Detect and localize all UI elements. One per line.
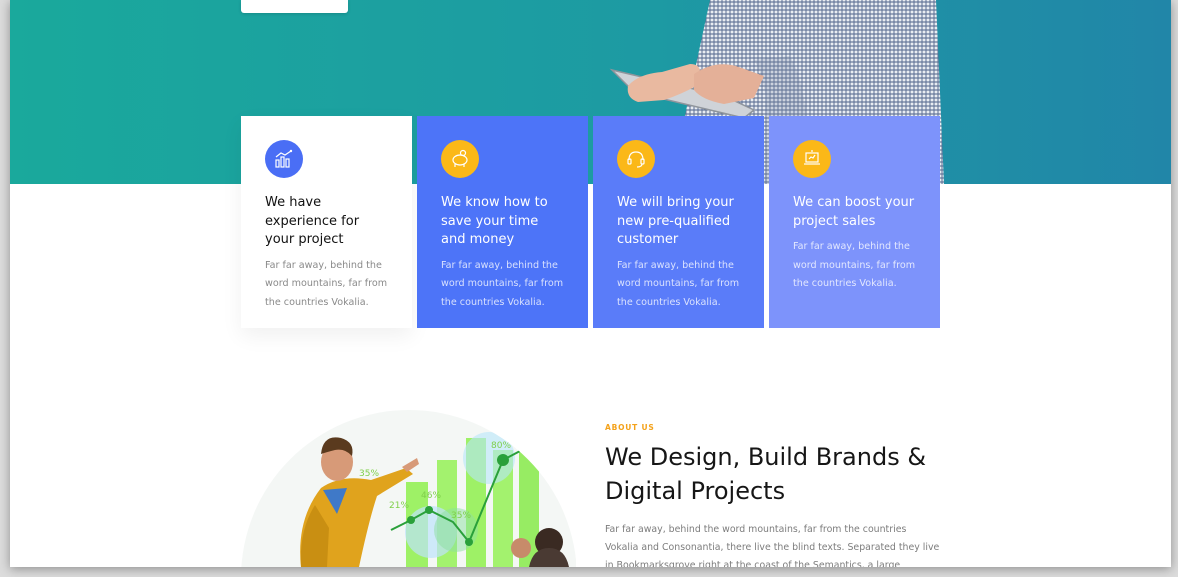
feature-card-save-time: We know how to save your time and money … — [417, 116, 588, 328]
chart-growth-icon — [265, 140, 303, 178]
laptop-growth-icon — [793, 140, 831, 178]
features-cards: We have experience for your project Far … — [241, 116, 941, 328]
feature-title: We can boost your project sales — [793, 195, 915, 229]
page: We have experience for your project Far … — [10, 0, 1171, 567]
feature-card-customer: We will bring your new pre-qualified cus… — [593, 116, 764, 328]
feature-card-boost-sales: We can boost your project sales Far far … — [769, 116, 940, 328]
feature-title: We have experience for your project — [265, 195, 360, 247]
feature-title: We will bring your new pre-qualified cus… — [617, 195, 734, 247]
feature-title: We know how to save your time and money — [441, 195, 548, 247]
about-title: We Design, Build Brands & Digital Projec… — [605, 443, 927, 505]
about-section: ABOUT US We Design, Build Brands & Digit… — [605, 423, 940, 567]
chart-label-35b: 35% — [451, 511, 471, 521]
chart-label-35a: 35% — [359, 469, 379, 479]
chart-label-21: 21% — [389, 501, 409, 511]
piggy-bank-icon — [441, 140, 479, 178]
feature-card-experience: We have experience for your project Far … — [241, 116, 412, 328]
feature-text: Far far away, behind the word mountains,… — [441, 259, 564, 308]
feature-text: Far far away, behind the word mountains,… — [617, 259, 740, 308]
about-eyebrow: ABOUT US — [605, 423, 655, 432]
chart-label-46: 46% — [421, 491, 441, 501]
hero-button[interactable] — [241, 0, 348, 13]
headset-icon — [617, 140, 655, 178]
feature-text: Far far away, behind the word mountains,… — [265, 259, 388, 308]
feature-text: Far far away, behind the word mountains,… — [793, 241, 916, 289]
chart-label-80: 80% — [491, 441, 511, 451]
about-image: 35% 21% 46% 35% 80% — [241, 410, 576, 567]
about-body: Far far away, behind the word mountains,… — [605, 524, 940, 567]
